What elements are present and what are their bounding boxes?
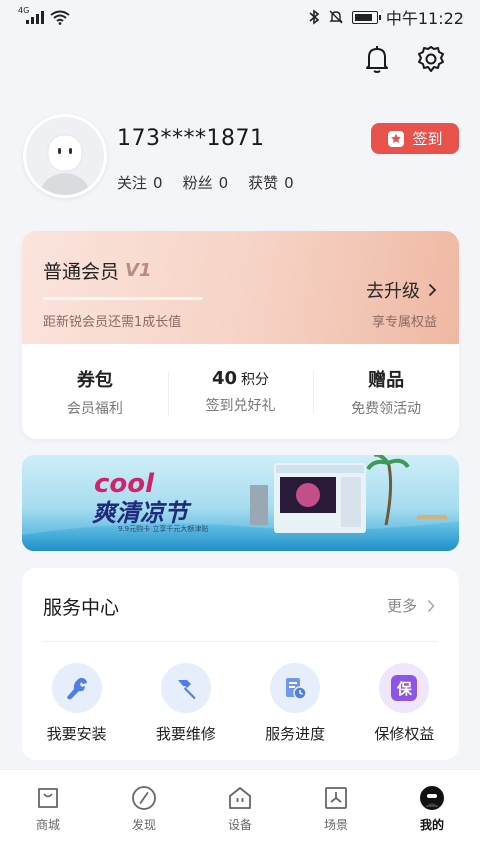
benefit-subtitle: 免费领活动 [351,400,422,417]
member-level: 普通会员 V1 [43,257,151,284]
hammer-icon [160,663,211,713]
service-label: 我要安装 [46,725,107,743]
stat-likes[interactable]: 获赞 0 [248,172,294,193]
member-progress-bar [43,297,203,300]
warranty-icon: 保 [379,663,430,713]
status-right: 中午11:22 [308,5,464,29]
scene-icon [325,787,347,809]
wrench-icon [51,663,102,713]
mute-icon [329,10,343,24]
signal-icon: 4G [18,6,44,24]
banner-headline-cn: 爽清凉节 [92,499,188,527]
status-time: 中午11:22 [385,9,464,28]
service-label: 我要维修 [155,725,216,743]
battery-icon [351,10,381,24]
benefit-title: 40 积分 [211,368,270,389]
shopping-bag-icon [38,788,58,808]
user-stats: 关注 0 粉丝 0 获赞 0 [117,172,294,193]
service-label: 服务进度 [265,725,326,743]
compass-icon [132,786,156,810]
chevron-right-icon [427,599,435,612]
banner-subline: 9.9元购卡 立享千元大额津贴 [118,525,209,533]
bell-icon[interactable] [362,42,392,76]
house-icon [229,787,251,809]
tab-mall[interactable]: 商城 [0,770,96,853]
tab-label: 发现 [131,818,156,832]
upgrade-button[interactable]: 去升级 [366,277,437,303]
tab-scenes[interactable]: 场景 [288,770,384,853]
tab-label: 我的 [419,818,444,832]
signin-label: 签到 [412,130,443,148]
benefit-title: 赠品 [368,369,405,391]
service-warranty[interactable]: 保 保修权益 [350,663,459,744]
user-phone: 173****1871 [117,126,265,151]
banner-illustration [22,455,459,551]
service-divider [43,641,438,642]
tab-mine[interactable]: 我的 [384,770,480,853]
warranty-glyph: 保 [391,675,418,701]
service-label: 保修权益 [374,725,435,743]
wifi-icon [50,10,70,25]
bottom-tab-bar: 商城 发现 设备 场景 我的 [0,769,480,853]
header-actions [362,42,446,76]
avatar[interactable] [23,114,107,198]
member-benefits: 券包 会员福利 40 积分 签到兑好礼 赠品 免费领活动 [22,344,459,439]
service-repair[interactable]: 我要维修 [131,663,240,744]
points-unit: 积分 [241,372,270,388]
member-header[interactable]: 普通会员 V1 距新锐会员还需1成长值 去升级 享专属权益 [22,231,459,344]
network-type: 4G [18,6,30,15]
member-growth-hint: 距新锐会员还需1成长值 [43,315,182,330]
bluetooth-icon [309,9,320,25]
service-title: 服务中心 [43,597,120,619]
benefit-subtitle: 签到兑好礼 [205,398,276,414]
service-more-link[interactable]: 更多 [387,595,435,616]
tab-label: 设备 [227,818,252,832]
service-center: 服务中心 更多 我要安装 我要维修 服务进度 保 保修权益 [22,568,459,760]
status-bar: 4G 中午11:22 [0,0,480,34]
tab-label: 商城 [35,818,60,832]
service-progress[interactable]: 服务进度 [241,663,350,744]
benefit-gifts[interactable]: 赠品 免费领活动 [313,366,459,418]
status-left: 4G [18,6,70,25]
star-icon [388,130,405,147]
tab-discover[interactable]: 发现 [96,770,192,853]
service-install[interactable]: 我要安装 [22,663,131,744]
default-avatar-icon [26,117,104,195]
promo-banner[interactable]: cool 爽清凉节 9.9元购卡 立享千元大额津贴 [22,455,459,551]
user-icon [420,786,444,810]
benefit-title: 券包 [76,369,113,391]
tab-label: 场景 [323,818,348,832]
chevron-right-icon [428,283,437,297]
progress-document-icon [270,663,321,713]
benefit-points[interactable]: 40 积分 签到兑好礼 [167,368,314,416]
member-card: 普通会员 V1 距新锐会员还需1成长值 去升级 享专属权益 券包 会员福利 40… [22,231,459,439]
service-grid: 我要安装 我要维修 服务进度 保 保修权益 [22,663,459,744]
service-more-label: 更多 [386,597,417,615]
tab-devices[interactable]: 设备 [192,770,288,853]
member-level-label: 普通会员 [43,261,120,283]
stat-followers[interactable]: 粉丝 0 [183,172,229,193]
member-badge: V1 [125,260,152,281]
benefit-subtitle: 会员福利 [66,400,123,417]
benefit-coupons[interactable]: 券包 会员福利 [22,366,168,418]
member-perk-label: 享专属权益 [371,315,437,330]
signin-button[interactable]: 签到 [371,123,459,154]
stat-following[interactable]: 关注 0 [117,172,163,193]
gear-icon[interactable] [416,42,446,76]
upgrade-label: 去升级 [366,281,420,302]
